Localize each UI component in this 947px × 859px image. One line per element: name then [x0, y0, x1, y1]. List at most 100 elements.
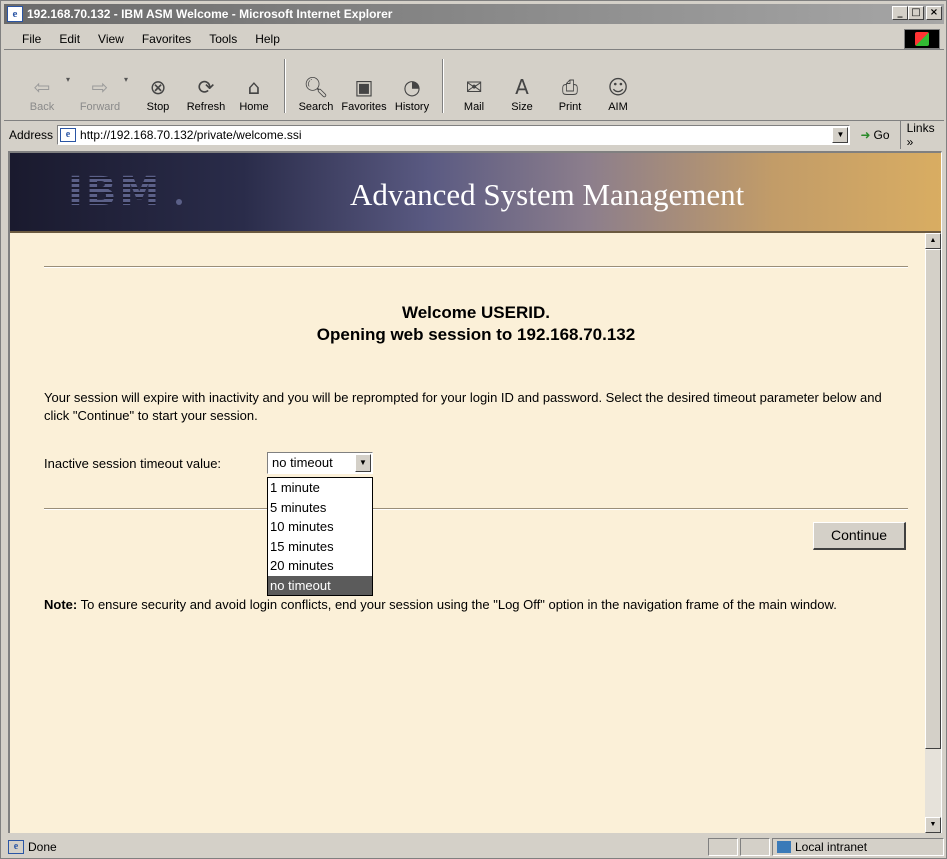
note-label: Note:	[44, 597, 78, 612]
status-panels: Local intranet	[706, 838, 944, 856]
zone-label: Local intranet	[795, 840, 868, 854]
timeout-options-list: 1 minute 5 minutes 10 minutes 15 minutes…	[267, 477, 373, 596]
stop-icon: ⊗	[149, 75, 167, 99]
status-text: Done	[28, 840, 57, 854]
refresh-icon: ⟳	[197, 75, 215, 99]
menu-bar: File Edit View Favorites Tools Help	[4, 28, 944, 50]
ie-icon: e	[7, 6, 23, 22]
favorites-button[interactable]: ▣ Favorites	[340, 55, 388, 117]
scroll-up-icon[interactable]: ▲	[925, 233, 941, 249]
window-title: 192.168.70.132 - IBM ASM Welcome - Micro…	[27, 7, 393, 21]
address-bar: Address e http://192.168.70.132/private/…	[4, 121, 944, 149]
menu-edit[interactable]: Edit	[50, 32, 89, 46]
history-button[interactable]: ◔ History	[388, 55, 436, 117]
go-label: Go	[873, 128, 890, 142]
note-body: To ensure security and avoid login confl…	[77, 597, 837, 612]
title-bar: e 192.168.70.132 - IBM ASM Welcome - Mic…	[4, 4, 944, 24]
timeout-option[interactable]: 1 minute	[268, 478, 372, 498]
home-icon: ⌂	[247, 75, 261, 99]
menu-tools[interactable]: Tools	[200, 32, 246, 46]
select-dropdown-icon[interactable]: ▼	[355, 454, 371, 472]
browser-window: e 192.168.70.132 - IBM ASM Welcome - Mic…	[0, 0, 947, 859]
status-panel-empty	[708, 838, 738, 856]
continue-button[interactable]: Continue	[813, 522, 906, 550]
scroll-down-icon[interactable]: ▼	[925, 817, 941, 833]
refresh-label: Refresh	[186, 101, 226, 113]
go-arrow-icon: ➜	[860, 128, 871, 142]
session-info-text: Your session will expire with inactivity…	[44, 390, 882, 423]
menu-help[interactable]: Help	[246, 32, 289, 46]
text-size-icon: A	[515, 75, 529, 99]
search-button[interactable]: 🔍︎ Search	[292, 55, 340, 117]
go-button[interactable]: ➜ Go	[860, 128, 889, 142]
address-input[interactable]: e http://192.168.70.132/private/welcome.…	[57, 125, 851, 145]
printer-icon: ⎙	[562, 75, 578, 99]
asm-banner: IBM Advanced System Management	[10, 153, 941, 231]
timeout-label: Inactive session timeout value:	[44, 456, 222, 471]
favorites-icon: ▣	[354, 75, 374, 99]
search-icon: 🔍︎	[303, 75, 329, 99]
stop-label: Stop	[146, 101, 170, 113]
page-icon: e	[60, 128, 77, 142]
menu-view[interactable]: View	[89, 32, 133, 46]
print-button[interactable]: ⎙ Print	[546, 55, 594, 117]
timeout-option-selected[interactable]: no timeout	[268, 575, 372, 595]
vertical-scrollbar[interactable]: ▲ ▼	[925, 233, 941, 833]
banner-title: Advanced System Management	[350, 177, 745, 212]
address-url[interactable]: http://192.168.70.132/private/welcome.ss…	[80, 128, 301, 142]
timeout-selected-value: no timeout	[272, 455, 333, 470]
mail-button[interactable]: ✉ Mail	[450, 55, 498, 117]
maximize-button[interactable]: □	[908, 6, 924, 20]
close-button[interactable]: ×	[926, 6, 942, 20]
timeout-select[interactable]: no timeout ▼	[267, 452, 373, 474]
forward-button[interactable]: ⇨ Forward	[76, 55, 124, 117]
aim-button[interactable]: ☺ AIM	[594, 55, 642, 117]
note-text: Note: To ensure security and avoid login…	[44, 595, 908, 614]
ibm-logo: IBM	[68, 169, 163, 215]
address-label: Address	[9, 128, 54, 142]
menu-file[interactable]: File	[4, 32, 50, 46]
size-button[interactable]: A Size	[498, 55, 546, 117]
timeout-option[interactable]: 5 minutes	[268, 498, 372, 518]
page-body: Welcome USERID. Opening web session to 1…	[10, 233, 930, 833]
forward-arrow-icon: ⇨	[91, 75, 109, 99]
content-frame: IBM Advanced System Management Welcome U…	[8, 151, 942, 833]
security-zone: Local intranet	[772, 838, 944, 856]
status-panel-empty	[740, 838, 770, 856]
home-button[interactable]: ⌂ Home	[230, 55, 278, 117]
aim-label: AIM	[608, 101, 628, 113]
intranet-zone-icon	[777, 841, 791, 853]
timeout-option[interactable]: 15 minutes	[268, 537, 372, 557]
status-bar: e Done Local intranet	[4, 837, 944, 857]
toolbar-separator	[284, 59, 286, 113]
back-arrow-icon: ⇦	[33, 75, 51, 99]
welcome-heading: Welcome USERID. Opening web session to 1…	[44, 302, 908, 346]
toolbar: ⇦ Back ▾ ⇨ Forward ▾ ⊗ Stop ⟳ Refresh ⌂ …	[4, 51, 944, 121]
back-button[interactable]: ⇦ Back	[18, 55, 66, 117]
divider-bottom	[44, 508, 908, 510]
windows-logo-icon	[904, 29, 940, 49]
stop-button[interactable]: ⊗ Stop	[134, 55, 182, 117]
history-icon: ◔	[403, 75, 421, 99]
back-dropdown-icon[interactable]: ▾	[66, 75, 76, 84]
favorites-label: Favorites	[341, 101, 387, 113]
menu-favorites[interactable]: Favorites	[133, 32, 200, 46]
refresh-button[interactable]: ⟳ Refresh	[182, 55, 230, 117]
forward-dropdown-icon[interactable]: ▾	[124, 75, 134, 84]
history-label: History	[394, 101, 430, 113]
forward-label: Forward	[79, 101, 121, 113]
welcome-user: Welcome USERID.	[401, 303, 550, 322]
scroll-thumb[interactable]	[925, 249, 941, 749]
divider-top	[44, 266, 908, 268]
page-status-icon: e	[8, 840, 24, 854]
back-label: Back	[29, 101, 55, 113]
timeout-option[interactable]: 20 minutes	[268, 556, 372, 576]
home-label: Home	[239, 101, 269, 113]
timeout-option[interactable]: 10 minutes	[268, 517, 372, 537]
window-controls: _ □ ×	[892, 6, 942, 20]
size-label: Size	[511, 101, 533, 113]
minimize-button[interactable]: _	[892, 6, 908, 20]
address-dropdown-icon[interactable]: ▼	[832, 127, 849, 143]
links-button[interactable]: Links »	[899, 121, 944, 149]
mail-icon: ✉	[465, 75, 483, 99]
